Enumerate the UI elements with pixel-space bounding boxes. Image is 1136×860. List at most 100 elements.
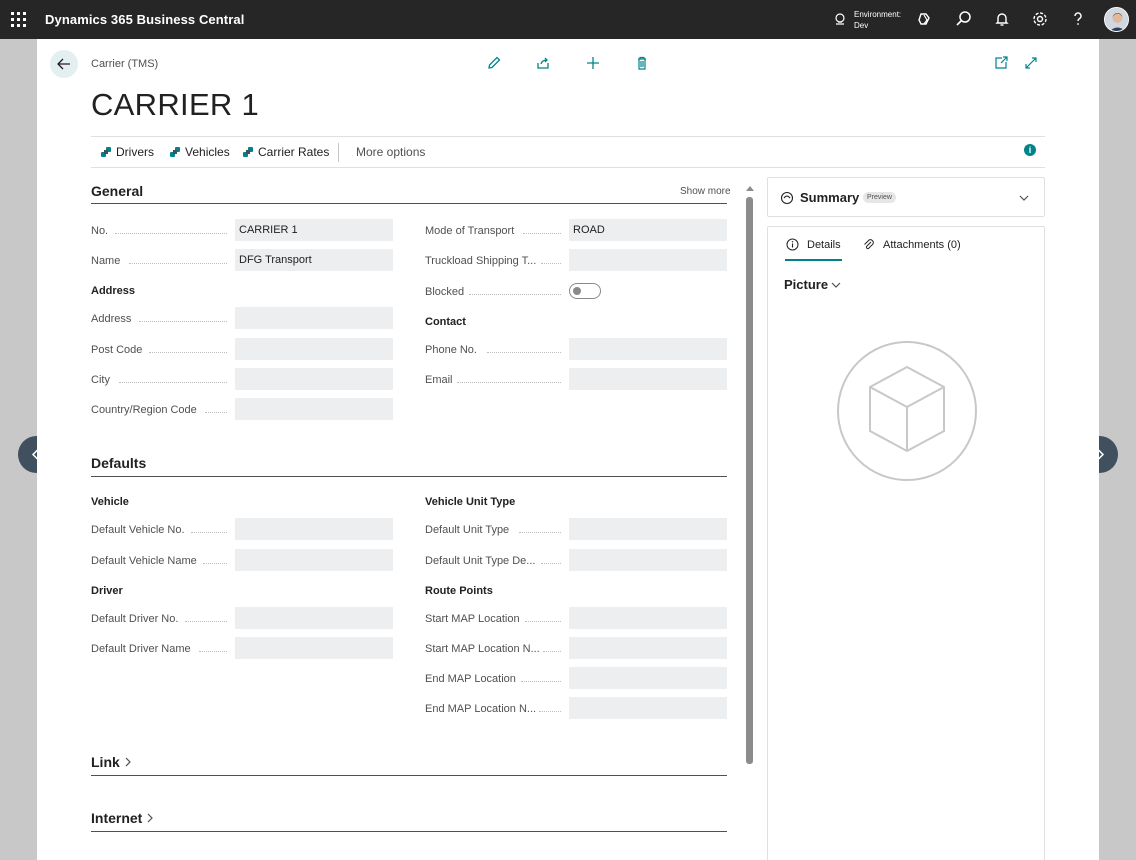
end-map-location-name-field[interactable] [569,697,727,719]
open-new-window-icon[interactable] [993,55,1009,71]
summary-factbox[interactable]: Summary Preview [767,177,1045,217]
expand-icon[interactable] [1023,55,1039,71]
vehicle-unit-type-group-label: Vehicle Unit Type [425,496,516,508]
start-map-location-name-field[interactable] [569,637,727,659]
link-divider [91,775,727,776]
show-more-link[interactable]: Show more [680,186,731,197]
picture-placeholder[interactable] [837,341,977,481]
phone-no-field[interactable] [569,338,727,360]
delete-icon[interactable] [634,55,650,71]
name-field[interactable]: DFG Transport [235,249,393,271]
defaults-section-title[interactable]: Defaults [91,455,146,471]
action-drivers-label: Drivers [116,145,154,159]
action-carrier-rates[interactable]: Carrier Rates [242,145,329,159]
app-name[interactable]: Dynamics 365 Business Central [45,12,244,27]
dot-leader [519,532,561,533]
back-button[interactable] [50,50,78,78]
truckload-shipping-field[interactable] [569,249,727,271]
default-unit-type-desc-label: Default Unit Type De... [425,555,536,567]
country-region-code-field[interactable] [235,398,393,420]
chevron-down-icon [831,282,841,288]
link-icon [243,147,253,157]
dot-leader [521,681,561,682]
edit-icon[interactable] [486,55,502,71]
general-divider [91,203,727,204]
environment-badge[interactable]: Environment: Dev [854,9,901,31]
address-field[interactable] [235,307,393,329]
default-vehicle-no-field[interactable] [235,518,393,540]
cube-icon [869,365,945,453]
email-field[interactable] [569,368,727,390]
post-code-field[interactable] [235,338,393,360]
picture-title[interactable]: Picture [784,277,842,292]
action-carrier-rates-label: Carrier Rates [258,145,330,159]
action-bar: Drivers Vehicles Carrier Rates More opti… [91,136,1045,168]
tab-attachments-label: Attachments (0) [883,238,961,251]
end-map-location-field[interactable] [569,667,727,689]
scroll-up-arrow[interactable] [746,186,754,191]
start-map-location-field[interactable] [569,607,727,629]
blocked-toggle[interactable] [569,283,601,299]
top-bar: Dynamics 365 Business Central Environmen… [0,0,1136,39]
chevron-down-icon[interactable] [1018,192,1030,204]
default-unit-type-desc-field[interactable] [569,549,727,571]
link-icon [170,147,180,157]
search-icon[interactable] [955,10,973,28]
bell-icon[interactable] [993,10,1011,28]
details-factbox: Details Attachments (0) Picture [767,226,1045,860]
city-field[interactable] [235,368,393,390]
general-section-title[interactable]: General [91,183,143,199]
summary-icon [780,191,794,205]
default-vehicle-name-field[interactable] [235,549,393,571]
arrow-left-icon [57,58,70,70]
address-label: Address [91,313,132,325]
dot-leader [457,382,561,383]
dot-leader [203,563,227,564]
driver-group-label: Driver [91,585,123,597]
default-driver-name-label: Default Driver Name [91,643,191,655]
no-label: No. [91,225,109,237]
environment-icon [833,12,847,26]
more-options-button[interactable]: More options [356,145,425,159]
default-unit-type-field[interactable] [569,518,727,540]
internet-divider [91,831,727,832]
vehicle-group-label: Vehicle [91,496,129,508]
email-label: Email [425,374,453,386]
app-launcher-icon[interactable] [11,12,26,27]
share-icon[interactable] [535,55,551,71]
environment-value: Dev [854,21,869,30]
default-driver-name-field[interactable] [235,637,393,659]
mode-of-transport-field[interactable]: ROAD [569,219,727,241]
info-icon[interactable]: i [1024,144,1036,156]
new-icon[interactable] [585,55,601,71]
internet-section-title[interactable]: Internet [91,810,155,826]
tab-details[interactable]: Details [786,238,841,251]
default-unit-type-label: Default Unit Type [425,524,510,536]
dot-leader [191,532,227,533]
preview-badge: Preview [863,192,896,203]
action-drivers[interactable]: Drivers [100,145,154,159]
post-code-label: Post Code [91,344,143,356]
defaults-divider [91,476,727,477]
link-section-title[interactable]: Link [91,754,133,770]
name-label: Name [91,255,121,267]
tab-attachments[interactable]: Attachments (0) [862,238,961,251]
default-vehicle-name-label: Default Vehicle Name [91,555,197,567]
dot-leader [149,352,227,353]
end-map-location-label: End MAP Location [425,673,516,685]
action-bar-separator [338,143,339,162]
gear-icon[interactable] [1031,10,1049,28]
summary-title: Summary [800,190,860,205]
default-driver-no-field[interactable] [235,607,393,629]
help-icon[interactable] [1069,10,1087,28]
dot-leader [115,233,227,234]
route-points-group-label: Route Points [425,585,493,597]
copilot-icon[interactable] [916,10,934,28]
action-vehicles[interactable]: Vehicles [169,145,230,159]
mode-of-transport-label: Mode of Transport [425,225,515,237]
start-map-location-label: Start MAP Location [425,613,520,625]
no-field[interactable]: CARRIER 1 [235,219,393,241]
user-avatar[interactable] [1104,7,1129,32]
info-circle-icon [786,238,799,251]
scrollbar-thumb[interactable] [746,197,753,764]
